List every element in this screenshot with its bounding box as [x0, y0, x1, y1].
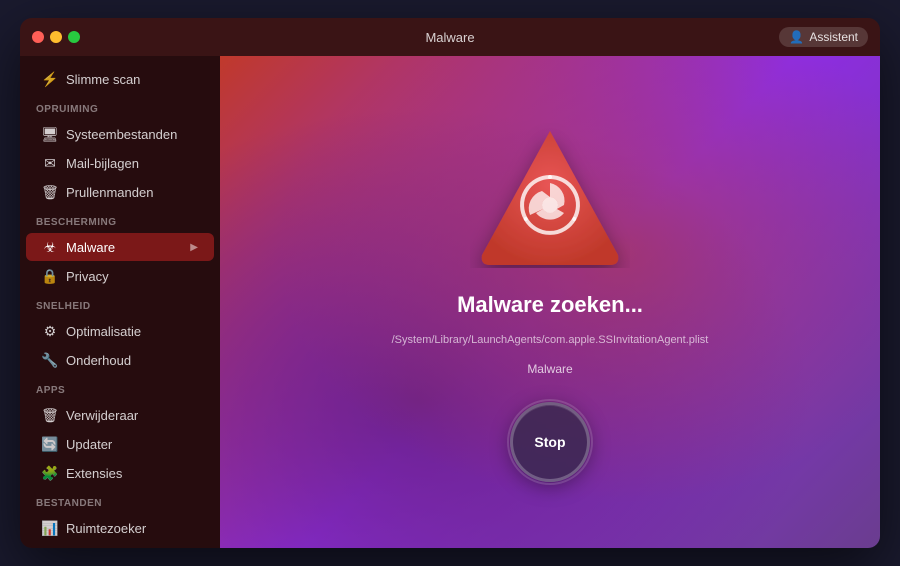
mail-bijlagen-icon: ✉: [42, 155, 58, 171]
section-label-opruiming: Opruiming: [20, 94, 220, 119]
traffic-lights: [32, 31, 80, 43]
sidebar-item-label: Slimme scan: [66, 72, 140, 87]
main-content-area: ⚡ Slimme scan Opruiming 🖥 Systeembestand…: [20, 56, 880, 548]
maximize-button[interactable]: [68, 31, 80, 43]
sidebar-item-label: Systeembestanden: [66, 127, 177, 142]
extensies-icon: 🧩: [42, 465, 58, 481]
verwijderaar-icon: 🗑: [42, 407, 58, 423]
malware-icon: ☣: [42, 239, 58, 255]
assistant-button[interactable]: 👤 Assistent: [779, 27, 868, 47]
sidebar-item-prullenmanden[interactable]: 🗑 Prullenmanden: [26, 178, 214, 206]
scan-category: Malware: [527, 362, 572, 376]
minimize-button[interactable]: [50, 31, 62, 43]
app-window: Malware 👤 Assistent ⚡ Slimme scan Opruim…: [20, 18, 880, 548]
assistant-label: Assistent: [809, 30, 858, 44]
sidebar-item-verwijderaar[interactable]: 🗑 Verwijderaar: [26, 401, 214, 429]
sidebar-item-label: Ruimtezoeker: [66, 521, 146, 536]
scan-path: /System/Library/LaunchAgents/com.apple.S…: [392, 334, 709, 346]
slimme-scan-icon: ⚡: [42, 71, 58, 87]
biohazard-illustration: [470, 123, 630, 268]
sidebar-item-label: Prullenmanden: [66, 185, 153, 200]
sidebar-item-ruimtezoeker[interactable]: 📊 Ruimtezoeker: [26, 514, 214, 542]
sidebar-item-extensies[interactable]: 🧩 Extensies: [26, 459, 214, 487]
titlebar: Malware 👤 Assistent: [20, 18, 880, 56]
window-title: Malware: [425, 30, 474, 45]
close-button[interactable]: [32, 31, 44, 43]
sidebar-item-onderhoud[interactable]: 🔧 Onderhoud: [26, 346, 214, 374]
sidebar: ⚡ Slimme scan Opruiming 🖥 Systeembestand…: [20, 56, 220, 548]
prullenmanden-icon: 🗑: [42, 184, 58, 200]
systeembestanden-icon: 🖥: [42, 126, 58, 142]
assistant-icon: 👤: [789, 30, 804, 44]
scan-title: Malware zoeken...: [457, 292, 643, 318]
sidebar-item-label: Malware: [66, 240, 115, 255]
stop-button[interactable]: Stop: [510, 402, 590, 482]
sidebar-item-privacy[interactable]: 🔒 Privacy: [26, 262, 214, 290]
sidebar-item-label: Updater: [66, 437, 112, 452]
section-label-snelheid: Snelheid: [20, 291, 220, 316]
sidebar-item-systeembestanden[interactable]: 🖥 Systeembestanden: [26, 120, 214, 148]
sidebar-item-malware[interactable]: ☣ Malware ▶: [26, 233, 214, 261]
sidebar-item-label: Extensies: [66, 466, 122, 481]
updater-icon: 🔄: [42, 436, 58, 452]
optimalisatie-icon: ⚙: [42, 323, 58, 339]
sidebar-item-label: Verwijderaar: [66, 408, 138, 423]
sidebar-item-label: Mail-bijlagen: [66, 156, 139, 171]
sidebar-item-mail-bijlagen[interactable]: ✉ Mail-bijlagen: [26, 149, 214, 177]
sidebar-item-optimalisatie[interactable]: ⚙ Optimalisatie: [26, 317, 214, 345]
scan-content: Malware zoeken... /System/Library/Launch…: [392, 123, 709, 482]
section-label-bestanden: Bestanden: [20, 488, 220, 513]
sidebar-item-label: Onderhoud: [66, 353, 131, 368]
section-label-apps: Apps: [20, 375, 220, 400]
main-panel: Malware zoeken... /System/Library/Launch…: [220, 56, 880, 548]
sidebar-item-label: Privacy: [66, 269, 109, 284]
sidebar-item-groot-en-oud[interactable]: 📁 Groot en oud: [26, 543, 214, 548]
sidebar-item-slimme-scan[interactable]: ⚡ Slimme scan: [26, 65, 214, 93]
sidebar-item-label: Optimalisatie: [66, 324, 141, 339]
section-label-bescherming: Bescherming: [20, 207, 220, 232]
sidebar-item-updater[interactable]: 🔄 Updater: [26, 430, 214, 458]
active-arrow-icon: ▶: [190, 242, 198, 253]
onderhoud-icon: 🔧: [42, 352, 58, 368]
ruimtezoeker-icon: 📊: [42, 520, 58, 536]
privacy-icon: 🔒: [42, 268, 58, 284]
